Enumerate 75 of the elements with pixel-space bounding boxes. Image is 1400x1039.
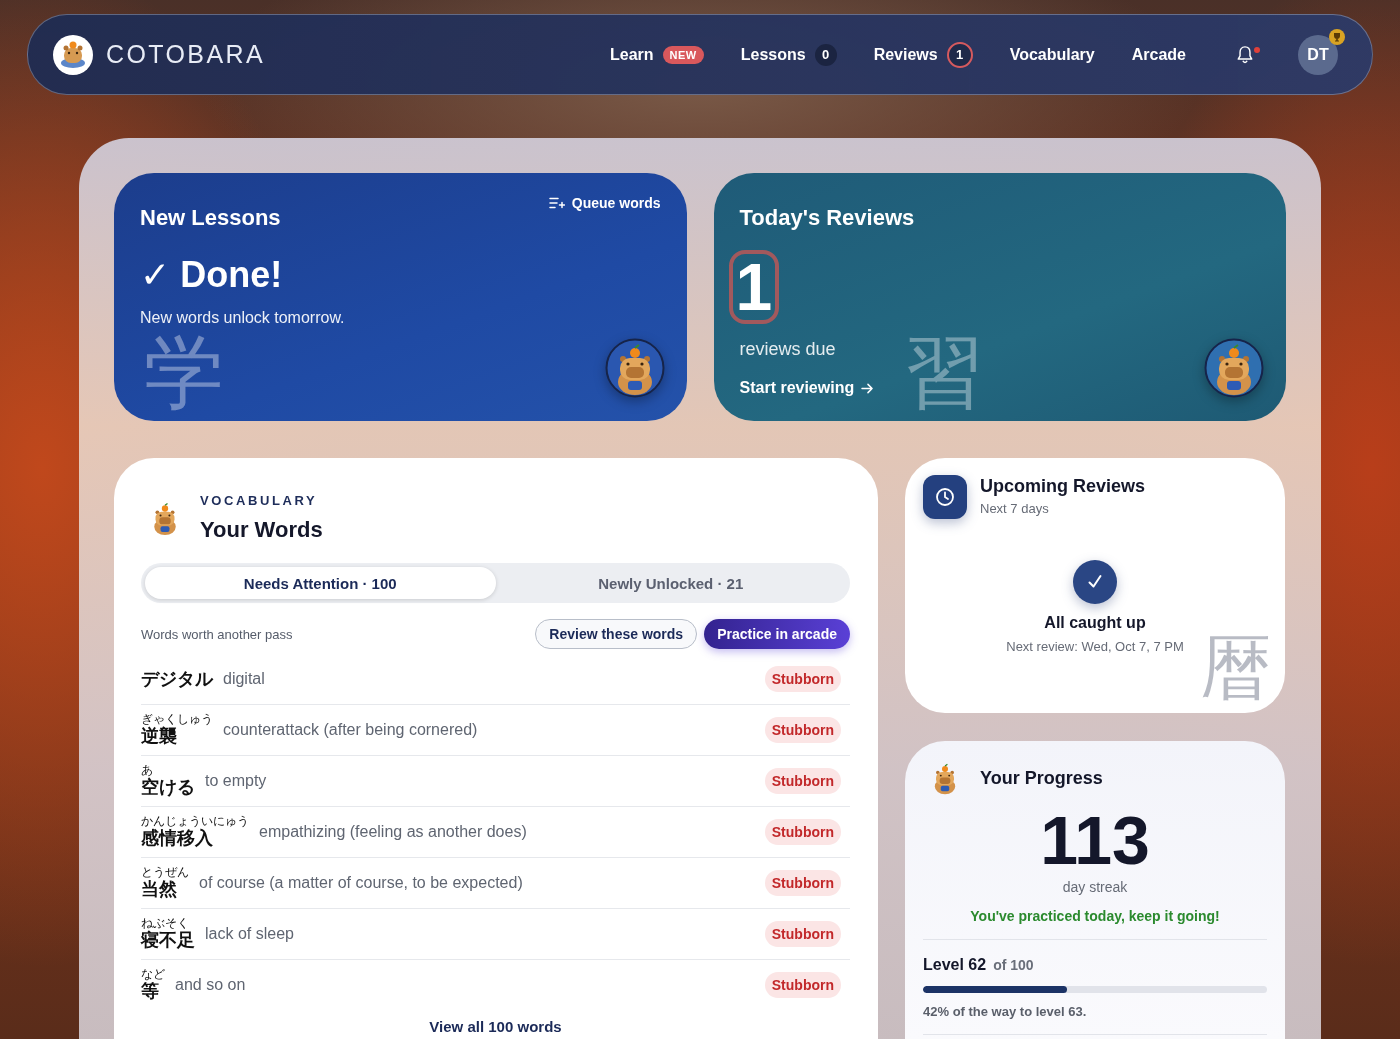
done-status: ✓ Done! xyxy=(140,254,284,296)
status-tag: Stubborn xyxy=(764,819,841,845)
review-button[interactable]: Review these words xyxy=(535,619,698,649)
section-eyebrow: VOCABULARY xyxy=(200,493,319,508)
furigana: あ xyxy=(141,764,153,777)
list-subtitle: Words worth another pass xyxy=(141,626,293,642)
level-total: of 100 xyxy=(993,957,1034,973)
reviews-caption: reviews due xyxy=(739,338,837,360)
next-review-text: Next review: Wed, Oct 7, 7 PM xyxy=(1006,639,1184,654)
word-meaning: empathizing (feeling as another does) xyxy=(259,823,527,841)
brand-name: COTOBARA xyxy=(106,40,266,69)
nav-link[interactable]: Learn NEW xyxy=(609,45,704,64)
tab[interactable]: Newly Unlocked · 21 xyxy=(495,567,846,599)
nav-link[interactable]: Arcade xyxy=(1131,45,1186,64)
furigana: かんじょういにゅう xyxy=(141,815,249,828)
status-text: All caught up xyxy=(1044,614,1146,632)
streak-count: 113 xyxy=(1039,806,1151,874)
nav-link[interactable]: Vocabulary xyxy=(1009,45,1095,64)
bell-icon[interactable] xyxy=(1236,44,1254,65)
card-title: Upcoming Reviews xyxy=(980,475,1146,497)
word-meaning: to empty xyxy=(205,772,267,790)
start-reviewing-link[interactable]: Start reviewing xyxy=(739,379,875,397)
new-badge: NEW xyxy=(662,45,704,64)
queue-words-link[interactable]: Queue words xyxy=(548,195,661,211)
streak-message: You've practiced today, keep it going! xyxy=(969,908,1221,924)
status-tag: Stubborn xyxy=(764,972,841,998)
clock-icon xyxy=(923,475,967,519)
word-meaning: of course (a matter of course, to be expected) xyxy=(199,874,523,892)
furigana: ぎゃくしゅう xyxy=(141,713,213,726)
practice-button[interactable]: Practice in arcade xyxy=(704,619,850,649)
word-meaning: and so on xyxy=(175,976,246,994)
card-subtitle: Next 7 days xyxy=(980,501,1050,516)
card-title: Today's Reviews xyxy=(739,205,916,231)
card-title: Your Words xyxy=(200,517,323,543)
word-meaning: lack of sleep xyxy=(205,925,294,943)
tab[interactable]: Needs Attention · 100 xyxy=(145,567,496,599)
count-badge: 1 xyxy=(946,41,973,68)
word-meaning: counterattack (after being cornered) xyxy=(223,721,478,739)
level-title: Level 62 xyxy=(923,956,987,974)
status-tag: Stubborn xyxy=(764,921,841,947)
watermark-kanji: 習 xyxy=(903,333,984,413)
status-tag: Stubborn xyxy=(764,768,841,794)
japanese-word: 当然 xyxy=(141,879,177,900)
japanese-word: 等 xyxy=(141,981,159,1002)
word-meaning: digital xyxy=(223,670,265,688)
lessons-message: New words unlock tomorrow. xyxy=(140,308,346,328)
watermark-kanji: 学 xyxy=(144,333,224,413)
furigana: ねぶそく xyxy=(141,917,189,930)
card-title: Your Progress xyxy=(980,767,1103,789)
nav-link[interactable]: Reviews 1 xyxy=(873,41,973,68)
check-icon xyxy=(1073,560,1117,604)
japanese-word: 逆襲 xyxy=(141,726,177,747)
japanese-word: 寝不足 xyxy=(141,930,195,951)
japanese-word: 感情移入 xyxy=(141,828,213,849)
status-tag: Stubborn xyxy=(764,870,841,896)
nav-link[interactable]: Lessons 0 xyxy=(740,43,837,66)
list-plus-icon xyxy=(548,197,565,209)
animal-icon xyxy=(604,338,665,398)
avatar-button[interactable]: DT xyxy=(1298,34,1338,75)
review-count: 1 xyxy=(728,250,780,324)
animal-icon xyxy=(1204,338,1264,398)
status-tag: Stubborn xyxy=(764,666,841,692)
watermark-kanji: 暦 xyxy=(1201,633,1271,703)
status-tag: Stubborn xyxy=(764,717,841,743)
japanese-word: 空ける xyxy=(141,777,195,798)
japanese-word: デジタル xyxy=(141,668,213,690)
level-progress-text: 42% of the way to level 63. xyxy=(923,1004,1088,1019)
furigana: など xyxy=(141,968,165,981)
count-badge: 0 xyxy=(814,43,837,66)
view-all-link[interactable]: View all 100 words xyxy=(429,1018,562,1035)
furigana: とうぜん xyxy=(141,866,189,879)
card-title: New Lessons xyxy=(140,205,281,231)
logo-icon[interactable] xyxy=(53,34,93,75)
streak-label: day streak xyxy=(1061,879,1129,895)
arrow-right-icon xyxy=(861,382,875,394)
